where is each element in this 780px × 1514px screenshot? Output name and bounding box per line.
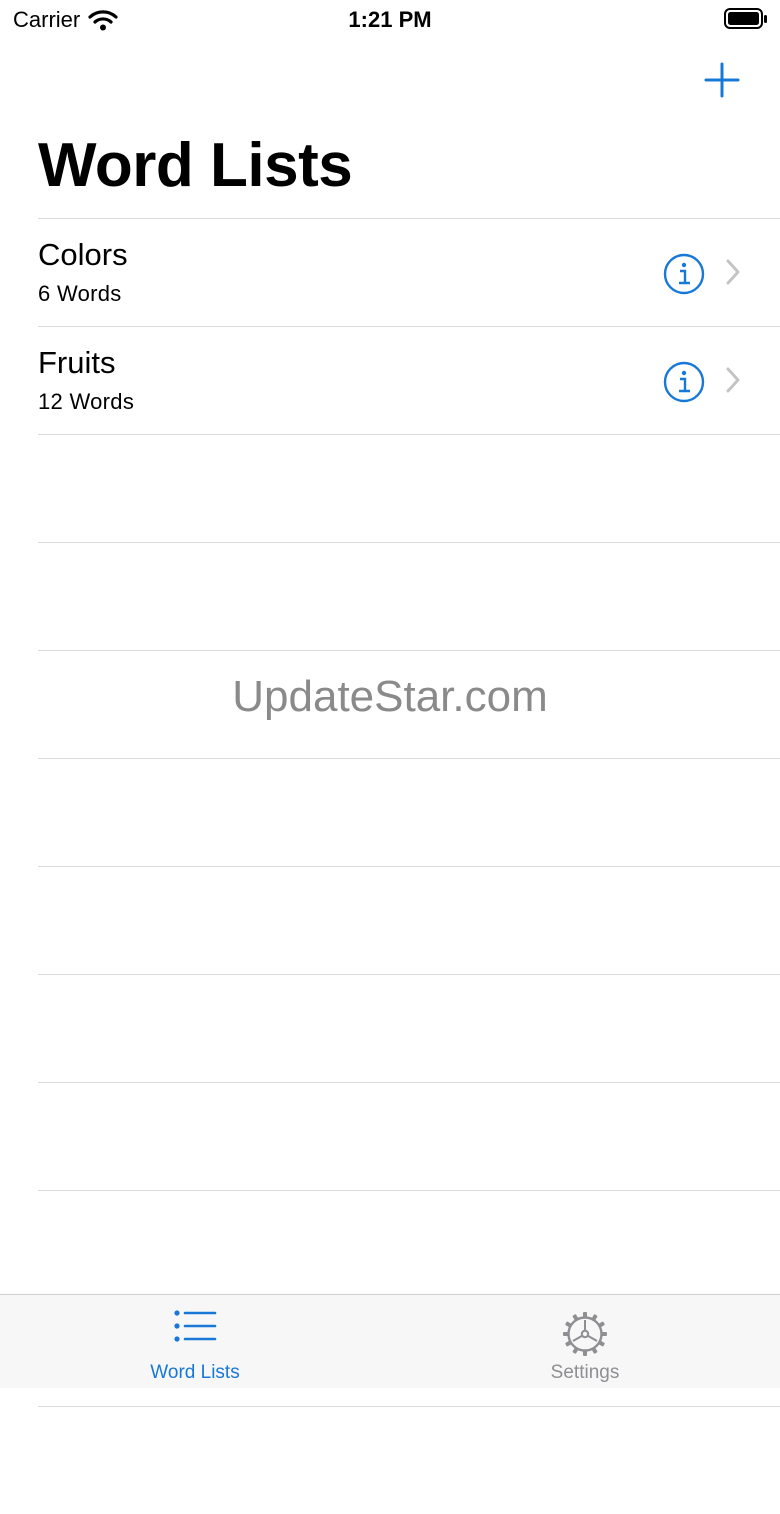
empty-row — [38, 1190, 780, 1298]
chevron-right-icon — [726, 259, 740, 285]
empty-row — [38, 758, 780, 866]
list-icon — [174, 1310, 217, 1342]
list-item-title: Colors — [38, 237, 128, 272]
tab-bar: Word Lists Settings — [0, 1294, 780, 1388]
battery-icon — [724, 8, 767, 29]
status-bar: Carrier 1:21 PM — [0, 0, 780, 40]
info-icon — [663, 253, 705, 295]
add-list-button[interactable] — [700, 58, 744, 102]
list-item-fruits[interactable]: Fruits 12 Words — [38, 326, 780, 434]
list-item-word-count: 6 Words — [38, 281, 122, 306]
list-item-title: Fruits — [38, 345, 116, 380]
empty-row — [38, 866, 780, 974]
gear-icon — [563, 1312, 607, 1356]
list-item-word-count: 12 Words — [38, 389, 135, 414]
watermark: UpdateStar.com — [232, 672, 548, 721]
empty-row — [38, 434, 780, 542]
info-button[interactable] — [662, 360, 706, 404]
tab-word-lists[interactable]: Word Lists — [0, 1295, 390, 1388]
empty-row — [38, 974, 780, 1082]
tab-label: Settings — [550, 1362, 620, 1383]
empty-row — [38, 542, 780, 650]
tab-settings[interactable]: Settings — [390, 1295, 780, 1388]
status-time: 1:21 PM — [348, 7, 432, 32]
empty-row — [38, 1406, 780, 1514]
plus-icon — [704, 62, 740, 98]
info-icon — [663, 361, 705, 403]
page-title: Word Lists — [38, 131, 353, 200]
empty-row — [38, 1082, 780, 1190]
info-button[interactable] — [662, 252, 706, 296]
list-item-colors[interactable]: Colors 6 Words — [38, 218, 780, 326]
chevron-right-icon — [726, 367, 740, 393]
tab-label: Word Lists — [150, 1362, 240, 1383]
